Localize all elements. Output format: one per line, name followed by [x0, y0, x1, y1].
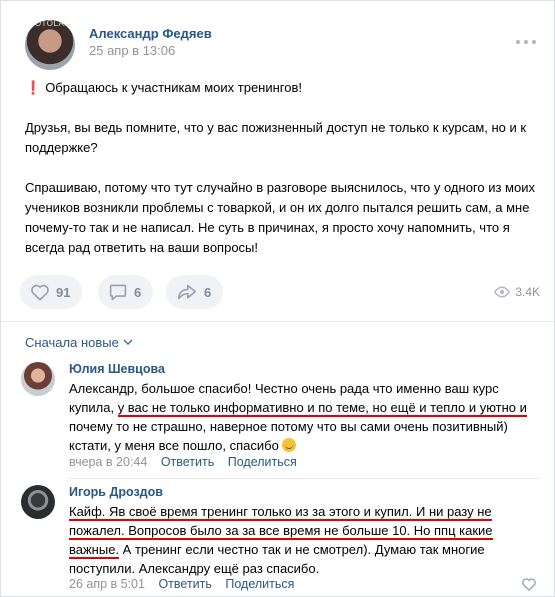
- comment-item: Юлия Шевцова Александр, большое спасибо!…: [21, 362, 541, 472]
- comment-avatar[interactable]: [21, 485, 55, 519]
- post-text: ❗ Обращаюсь к участникам моих тренингов! …: [25, 78, 535, 278]
- comment-button[interactable]: 6: [98, 275, 154, 309]
- comment-author[interactable]: Юлия Шевцова: [69, 362, 165, 376]
- sort-label: Сначала новые: [25, 335, 119, 350]
- chevron-down-icon: [123, 339, 133, 346]
- post-paragraph-3: Спрашиваю, потому что тут случайно в раз…: [25, 180, 535, 255]
- comment-author[interactable]: Игорь Дроздов: [69, 485, 163, 499]
- exclamation-icon: ❗: [25, 80, 42, 95]
- eye-icon: [494, 286, 511, 298]
- smile-emoji-icon: [282, 438, 297, 452]
- comment-item: Игорь Дроздов Кайф. Яв своё время тренин…: [21, 485, 541, 593]
- post-paragraph-2: Друзья, вы ведь помните, что у вас пожиз…: [25, 120, 527, 155]
- reply-link[interactable]: Ответить: [158, 577, 211, 591]
- avatar-watermark: SOTOLAB: [29, 20, 71, 28]
- comments-sort-dropdown[interactable]: Сначала новые: [25, 335, 133, 350]
- divider: [1, 321, 555, 322]
- views-count: 3.4K: [515, 285, 540, 299]
- share-button[interactable]: 6: [166, 275, 224, 309]
- heart-icon: [31, 284, 49, 301]
- more-icon[interactable]: [516, 37, 538, 47]
- comment-text: Кайф. Яв своё время тренинг только из за…: [69, 504, 493, 576]
- like-button[interactable]: 91: [20, 275, 83, 309]
- comment-meta: вчера в 20:44 Ответить Поделиться: [69, 455, 297, 469]
- comment-icon: [109, 284, 127, 301]
- post-date[interactable]: 25 апр в 13:06: [89, 43, 175, 58]
- share-count: 6: [204, 284, 212, 300]
- comment-separator: [69, 478, 539, 479]
- views-counter: 3.4K: [494, 285, 540, 299]
- comment-text: Александр, большое спасибо! Честно очень…: [69, 381, 527, 453]
- comment-time[interactable]: вчера в 20:44: [69, 455, 147, 469]
- post-paragraph-1: ❗ Обращаюсь к участникам моих тренингов!: [25, 80, 302, 95]
- share-link[interactable]: Поделиться: [225, 577, 294, 591]
- heart-small-icon[interactable]: [521, 577, 537, 591]
- underlined-text: у вас не только информативно и по теме, …: [117, 400, 527, 417]
- comment-count: 6: [134, 284, 142, 300]
- comment-meta: 26 апр в 5:01 Ответить Поделиться: [69, 577, 294, 591]
- like-count: 91: [56, 284, 71, 300]
- comment-time[interactable]: 26 апр в 5:01: [69, 577, 145, 591]
- author-avatar[interactable]: SOTOLAB: [25, 20, 75, 70]
- reply-link[interactable]: Ответить: [161, 455, 214, 469]
- wall-post-card: SOTOLAB Александр Федяев 25 апр в 13:06 …: [0, 0, 555, 597]
- share-icon: [178, 284, 196, 300]
- share-link[interactable]: Поделиться: [228, 455, 297, 469]
- post-actions: 91 6 6 3.4K: [20, 275, 540, 311]
- post-author-name[interactable]: Александр Федяев: [89, 26, 212, 41]
- comment-avatar[interactable]: [21, 362, 55, 396]
